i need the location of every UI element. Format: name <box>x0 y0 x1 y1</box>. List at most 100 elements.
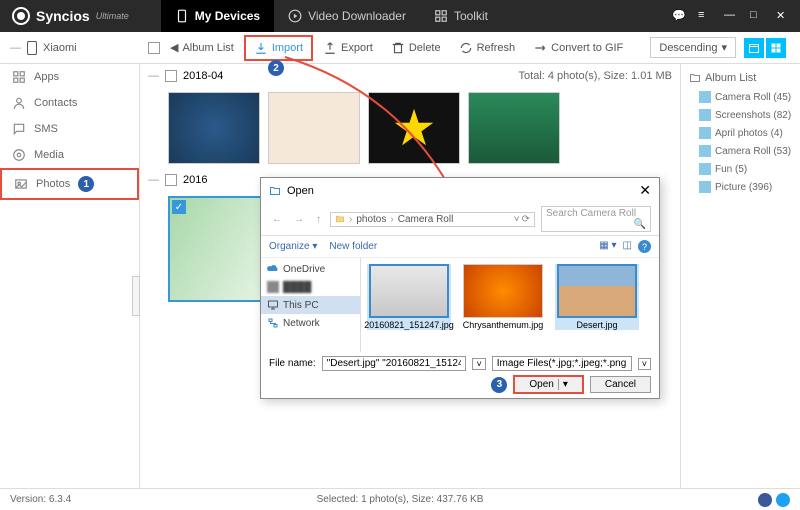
photo-thumbnail[interactable] <box>268 92 360 164</box>
dialog-sidebar: OneDrive ████ This PC Network <box>261 258 361 352</box>
tab-my-devices[interactable]: My Devices <box>161 0 274 32</box>
twitter-icon[interactable] <box>776 493 790 507</box>
maximize-icon[interactable]: □ <box>750 9 764 23</box>
path-sep: › <box>349 214 352 225</box>
collapse-icon[interactable]: — <box>148 174 159 186</box>
refresh-button[interactable]: Refresh <box>451 37 524 59</box>
group-checkbox[interactable] <box>165 174 177 186</box>
social-links <box>758 493 790 507</box>
minimize-icon[interactable]: — <box>724 9 738 23</box>
sidebar-item-apps[interactable]: Apps <box>0 64 139 90</box>
calendar-view-button[interactable] <box>744 38 764 58</box>
dialog-title: Open <box>287 185 314 197</box>
album-list-label: Album List <box>705 72 756 84</box>
album-list-button[interactable]: ◀ Album List <box>162 37 242 58</box>
dialog-search-input[interactable]: Search Camera Roll 🔍 <box>541 206 651 232</box>
sms-icon <box>12 122 26 136</box>
file-item[interactable]: Desert.jpg <box>555 264 639 330</box>
select-all-checkbox[interactable] <box>148 42 160 54</box>
sidebar-network[interactable]: Network <box>261 314 360 332</box>
menu-icon[interactable]: ≡ <box>698 9 712 23</box>
tab-label: My Devices <box>195 9 260 23</box>
toolbar: — Xiaomi ◀ Album List Import Export Dele… <box>0 32 800 64</box>
path-segment[interactable]: Camera Roll <box>398 214 454 225</box>
view-mode-button[interactable]: ▦ ▾ <box>599 240 616 253</box>
tab-video-downloader[interactable]: Video Downloader <box>274 0 420 32</box>
split-chevron-icon[interactable]: ▾ <box>558 379 568 390</box>
open-button[interactable]: Open ▾ <box>513 375 584 394</box>
filename-input[interactable] <box>322 356 467 371</box>
delete-button[interactable]: Delete <box>383 37 449 59</box>
new-folder-button[interactable]: New folder <box>329 241 377 252</box>
sidebar-item-media[interactable]: Media <box>0 142 139 168</box>
sidebar-item-label: Photos <box>36 178 70 190</box>
app-name: Syncios <box>36 8 90 24</box>
tab-toolkit[interactable]: Toolkit <box>420 0 502 32</box>
trash-icon <box>391 41 405 55</box>
dialog-close-button[interactable]: ✕ <box>639 182 651 199</box>
album-item[interactable]: Fun (5) <box>685 160 796 178</box>
sidebar-item-label: Contacts <box>34 97 77 109</box>
refresh-icon[interactable]: ⟳ <box>522 214 530 225</box>
phone-icon <box>175 9 189 23</box>
import-icon <box>254 41 268 55</box>
help-button[interactable]: ? <box>638 240 651 253</box>
album-item[interactable]: Camera Roll (53) <box>685 142 796 160</box>
sort-dropdown[interactable]: Descending ▾ <box>650 37 736 58</box>
file-open-dialog: Open ✕ ← → ↑ › photos › Camera Roll ˅ ⟳ … <box>260 177 660 399</box>
facebook-icon[interactable] <box>758 493 772 507</box>
convert-gif-button[interactable]: Convert to GIF <box>525 37 631 59</box>
path-breadcrumb[interactable]: › photos › Camera Roll ˅ ⟳ <box>330 212 535 227</box>
album-label: Camera Roll (53) <box>715 146 791 157</box>
status-bar: Version: 6.3.4 Selected: 1 photo(s), Siz… <box>0 488 800 510</box>
image-icon <box>699 91 711 103</box>
grid-icon <box>770 42 782 54</box>
chevron-down-icon[interactable]: ˅ <box>514 214 520 225</box>
file-item[interactable]: 20160821_151247.jpg <box>367 264 451 330</box>
import-button[interactable]: Import <box>244 35 313 61</box>
preview-pane-button[interactable]: ◫ <box>623 240 632 253</box>
btn-label: Convert to GIF <box>551 42 623 54</box>
chevron-down-icon[interactable]: ˅ <box>472 358 485 370</box>
chat-icon[interactable]: 💬 <box>672 9 686 23</box>
close-icon[interactable]: ✕ <box>776 9 790 23</box>
photo-thumbnail[interactable]: ★ <box>368 92 460 164</box>
photo-thumbnail[interactable] <box>468 92 560 164</box>
sidebar-collapse-handle[interactable] <box>132 276 140 316</box>
cancel-button[interactable]: Cancel <box>590 376 651 393</box>
album-label: Fun (5) <box>715 164 747 175</box>
album-item[interactable]: Picture (396) <box>685 178 796 196</box>
album-label: April photos (4) <box>715 128 783 139</box>
media-icon <box>12 148 26 162</box>
album-item[interactable]: April photos (4) <box>685 124 796 142</box>
file-thumbnail <box>557 264 637 318</box>
photo-thumbnail-selected[interactable]: ✓ <box>168 196 274 302</box>
group-checkbox[interactable] <box>165 70 177 82</box>
sidebar-item-contacts[interactable]: Contacts <box>0 90 139 116</box>
group-label: 2018-04 <box>183 70 223 82</box>
app-header: Syncios Ultimate My Devices Video Downlo… <box>0 0 800 32</box>
nav-forward-button[interactable]: → <box>291 214 307 225</box>
album-item[interactable]: Screenshots (82) <box>685 106 796 124</box>
file-filter-dropdown[interactable] <box>492 356 632 371</box>
file-item[interactable]: Chrysanthemum.jpg <box>461 264 545 330</box>
photo-thumbnail[interactable] <box>168 92 260 164</box>
collapse-icon[interactable]: — <box>148 70 159 82</box>
export-button[interactable]: Export <box>315 37 381 59</box>
grid-view-button[interactable] <box>766 38 786 58</box>
sidebar-item-photos[interactable]: Photos 1 <box>0 168 139 200</box>
path-segment[interactable]: photos <box>356 214 386 225</box>
sidebar-this-pc[interactable]: This PC <box>261 296 360 314</box>
organize-dropdown[interactable]: Organize ▾ <box>269 241 317 252</box>
sidebar-item-sms[interactable]: SMS <box>0 116 139 142</box>
chevron-down-icon[interactable]: ˅ <box>638 358 651 370</box>
album-item[interactable]: Camera Roll (45) <box>685 88 796 106</box>
filename-row: File name: ˅ ˅ <box>269 356 651 371</box>
device-selector[interactable]: — Xiaomi <box>0 41 140 55</box>
sidebar-onedrive[interactable]: OneDrive <box>261 260 360 278</box>
sidebar-blurred-item[interactable]: ████ <box>261 278 360 296</box>
nav-up-button[interactable]: ↑ <box>313 214 324 225</box>
file-thumbnail <box>369 264 449 318</box>
pc-icon <box>267 299 279 311</box>
nav-back-button[interactable]: ← <box>269 214 285 225</box>
